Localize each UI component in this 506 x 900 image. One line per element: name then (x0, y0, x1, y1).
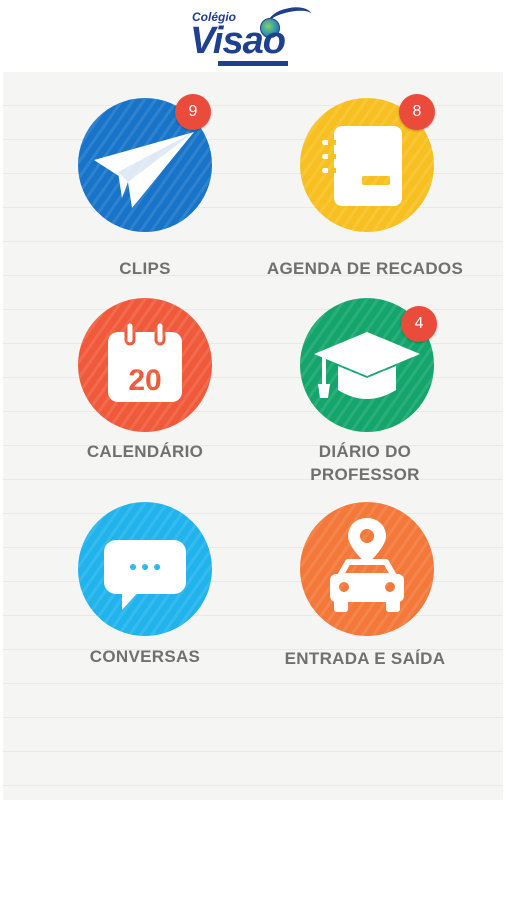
agenda-badge: 8 (399, 94, 435, 130)
tile-conversas[interactable]: CONVERSAS (35, 502, 255, 677)
agenda-label: AGENDA DE RECADOS (266, 259, 464, 278)
logo-bar (218, 61, 288, 66)
calendario-circle: 20 (78, 298, 212, 432)
calendario-label: CALENDÁRIO (86, 442, 204, 461)
tile-diario-do-professor[interactable]: 4 DIÁRIO DO PROFESSOR (255, 298, 475, 488)
tile-entrada-e-saida[interactable]: ENTRADA E SAÍDA (255, 502, 475, 677)
conversas-circle (78, 502, 212, 636)
tile-agenda-de-recados[interactable]: 8 AGENDA DE RECADOS (255, 94, 475, 278)
conversas-label: CONVERSAS (89, 647, 201, 666)
clips-badge: 9 (175, 94, 211, 130)
tile-calendario[interactable]: 20 CALENDÁRIO (35, 298, 255, 468)
calendar-icon: 20 (108, 320, 182, 402)
diario-label-line1: DIÁRIO DO (318, 442, 412, 461)
entrada-circle (300, 502, 434, 636)
diario-badge: 4 (401, 306, 437, 342)
app-header: Colégio Visao (0, 0, 506, 72)
calendar-day: 20 (128, 364, 161, 397)
diario-label: DIÁRIO DO PROFESSOR (255, 440, 475, 486)
menu-grid: 9 CLIPS 8 AGENDA DE RECADOS 20 CALENDÁRI… (3, 72, 503, 800)
clips-label: CLIPS (119, 259, 171, 278)
tile-clips[interactable]: 9 CLIPS (35, 94, 255, 278)
school-logo: Colégio Visao (190, 3, 320, 68)
diario-label-line2: PROFESSOR (310, 465, 420, 484)
entrada-label: ENTRADA E SAÍDA (284, 649, 446, 668)
chat-bubble-icon (104, 540, 186, 610)
car-location-icon (330, 518, 404, 612)
logo-big-text: Visao (190, 20, 286, 62)
